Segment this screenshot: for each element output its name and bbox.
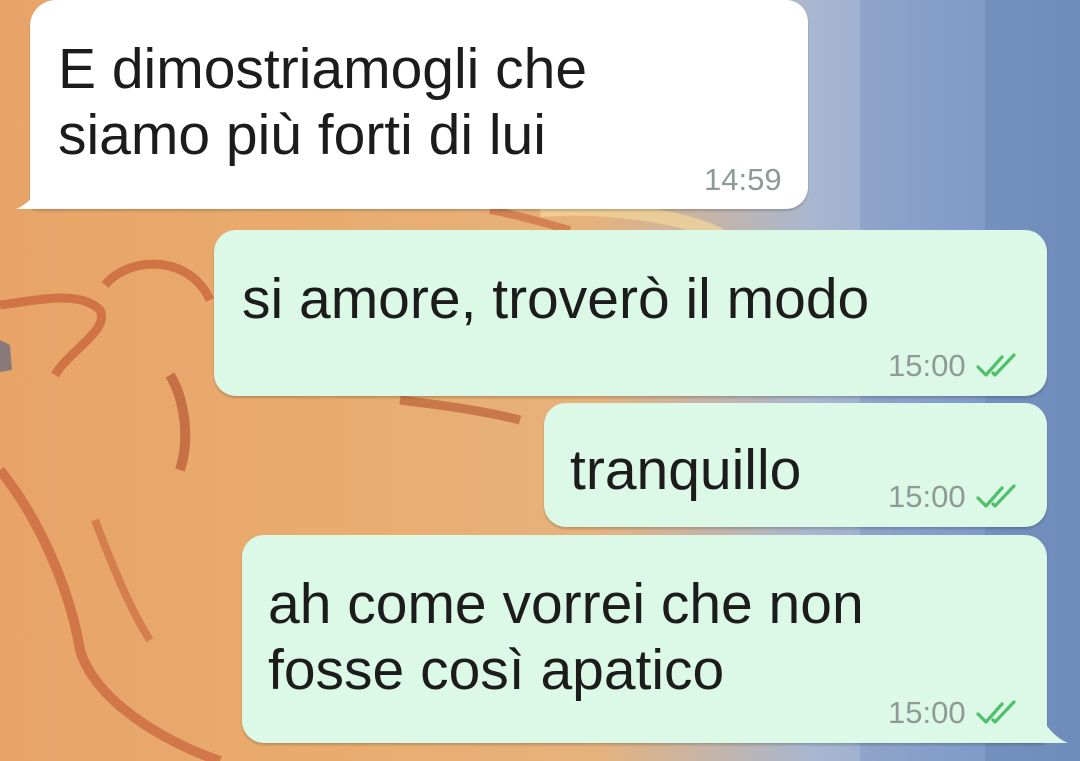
message-time: 15:00 xyxy=(888,348,966,383)
message-meta: 15:00 xyxy=(888,695,1020,731)
outgoing-message-bubble[interactable]: si amore, troverò il modo 15:00 xyxy=(214,230,1047,396)
message-time: 14:59 xyxy=(704,162,782,197)
message-text: ah come vorrei che non fosse così apatic… xyxy=(268,572,864,702)
double-check-icon xyxy=(975,484,1016,508)
message-meta: 14:59 xyxy=(704,162,782,198)
message-meta: 15:00 xyxy=(888,348,1020,384)
incoming-message-bubble[interactable]: E dimostriamogli che siamo più forti di … xyxy=(30,0,808,209)
outgoing-message-bubble[interactable]: ah come vorrei che non fosse così apatic… xyxy=(242,535,1047,743)
message-text: si amore, troverò il modo xyxy=(242,267,870,331)
message-meta: 15:00 xyxy=(888,479,1020,515)
message-time: 15:00 xyxy=(888,479,966,514)
double-check-icon xyxy=(975,353,1016,377)
message-text: E dimostriamogli che siamo più forti di … xyxy=(58,37,588,167)
outgoing-bubble-tail xyxy=(1040,717,1068,743)
double-check-icon xyxy=(975,700,1016,724)
message-list[interactable]: E dimostriamogli che siamo più forti di … xyxy=(0,0,1080,761)
outgoing-message-bubble[interactable]: tranquillo 15:00 xyxy=(544,403,1047,527)
message-text: tranquillo xyxy=(570,438,802,502)
incoming-bubble-tail xyxy=(16,183,44,209)
message-time: 15:00 xyxy=(888,695,966,730)
